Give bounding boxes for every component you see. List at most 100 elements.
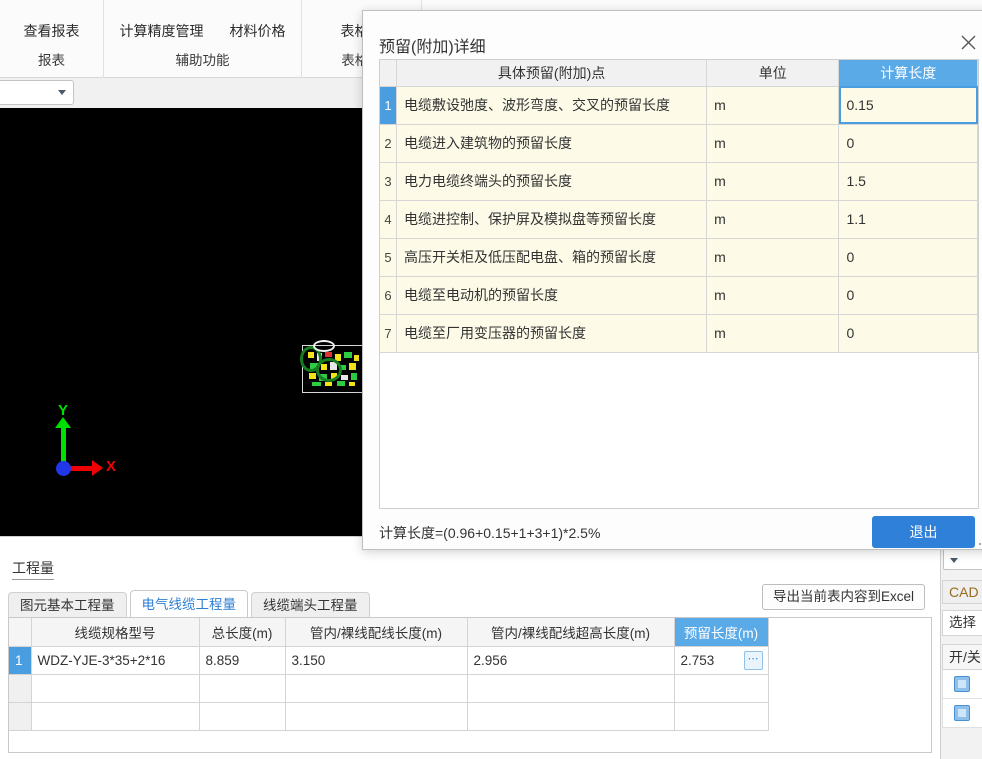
col-header-inpipe-length[interactable]: 管内/裸线配线长度(m)	[285, 618, 468, 647]
dialog-table-row[interactable]: 1 电缆敷设弛度、波形弯度、交叉的预留长度 m 0.15	[380, 86, 978, 125]
dlg-row-number[interactable]: 4	[380, 200, 398, 239]
cell-empty	[467, 702, 675, 731]
axis-origin-dot	[56, 461, 71, 476]
ribbon-group-reports-items: 查看报表	[2, 6, 102, 49]
layer-select-combobox[interactable]	[0, 80, 74, 105]
tab-cable-terminal-quantity[interactable]: 线缆端头工程量	[251, 592, 370, 619]
dlg-cell-point[interactable]: 电缆敷设弛度、波形弯度、交叉的预留长度	[396, 86, 708, 125]
checkbox-icon[interactable]	[954, 705, 970, 721]
side-panel-header: CAD	[942, 580, 982, 604]
chevron-down-icon	[58, 90, 66, 95]
dlg-cell-point[interactable]: 电缆进入建筑物的预留长度	[396, 124, 708, 163]
ribbon-group-reports-label: 报表	[38, 53, 65, 68]
cell-total-length[interactable]: 8.859	[199, 646, 286, 675]
reserved-points-table: 具体预留(附加)点 单位 计算长度 1 电缆敷设弛度、波形弯度、交叉的预留长度 …	[380, 60, 978, 353]
cell-inpipe-length[interactable]: 3.150	[285, 646, 468, 675]
dlg-cell-unit[interactable]: m	[706, 200, 840, 239]
cad-side-panel: CAD 选择 开/关	[940, 536, 982, 759]
close-icon[interactable]	[953, 29, 982, 57]
dlg-cell-calc-length[interactable]: 0	[838, 314, 978, 353]
col-header-inpipe-extra-height[interactable]: 管内/裸线配线超高长度(m)	[467, 618, 675, 647]
dlg-row-number[interactable]: 6	[380, 276, 398, 315]
view-report-button[interactable]: 查看报表	[20, 18, 84, 44]
dialog-table-row[interactable]: 7 电缆至厂用变压器的预留长度 m 0	[380, 314, 978, 353]
cell-inpipe-extra-height[interactable]: 2.956	[467, 646, 675, 675]
table-row[interactable]: 1 WDZ-YJE-3*35+2*16 8.859 3.150 2.956 2.…	[9, 645, 769, 675]
dlg-cell-unit[interactable]: m	[706, 86, 840, 125]
dlg-cell-point[interactable]: 电缆至厂用变压器的预留长度	[396, 314, 708, 353]
chevron-down-icon	[950, 558, 958, 563]
dlg-row-number[interactable]: 1	[380, 86, 398, 125]
ribbon-group-reports: 查看报表 报表	[0, 0, 104, 78]
side-panel-combobox[interactable]	[943, 548, 982, 570]
resize-grip[interactable]	[978, 534, 982, 546]
dlg-cell-unit[interactable]: m	[706, 314, 840, 353]
ellipsis-icon[interactable]: ⋯	[743, 650, 763, 670]
side-panel-section-label: 开/关	[942, 644, 982, 670]
side-panel-select-label[interactable]: 选择	[942, 610, 982, 636]
dialog-table-row[interactable]: 3 电力电缆终端头的预留长度 m 1.5	[380, 162, 978, 201]
dlg-row-number[interactable]: 3	[380, 162, 398, 201]
dlg-row-number[interactable]: 7	[380, 314, 398, 353]
calc-precision-manage-button[interactable]: 计算精度管理	[116, 18, 208, 44]
cell-empty	[674, 674, 769, 703]
tab-element-basic-quantity[interactable]: 图元基本工程量	[8, 592, 127, 619]
dlg-cell-unit[interactable]: m	[706, 124, 840, 163]
checkbox-icon[interactable]	[954, 676, 970, 692]
cell-cable-spec[interactable]: WDZ-YJE-3*35+2*16	[31, 646, 200, 675]
dlg-cell-point[interactable]: 高压开关柜及低压配电盘、箱的预留长度	[396, 238, 708, 277]
dlg-col-header-unit[interactable]: 单位	[706, 60, 840, 87]
cell-empty	[199, 674, 286, 703]
dlg-cell-unit[interactable]: m	[706, 276, 840, 315]
export-to-excel-button[interactable]: 导出当前表内容到Excel	[762, 584, 926, 610]
quantities-tabs: 图元基本工程量 电气线缆工程量 线缆端头工程量	[8, 590, 373, 619]
axis-x-arrow	[92, 460, 103, 476]
axis-y-label: Y	[58, 402, 69, 419]
dlg-col-header-calc-length[interactable]: 计算长度	[838, 60, 978, 87]
cell-reserved-length[interactable]: 2.753 ⋯	[673, 645, 769, 675]
dialog-table-row[interactable]: 6 电缆至电动机的预留长度 m 0	[380, 276, 978, 315]
col-header-cable-spec[interactable]: 线缆规格型号	[31, 618, 200, 647]
dlg-cell-unit[interactable]: m	[706, 162, 840, 201]
table-row-empty	[9, 674, 769, 703]
tab-electrical-cable-quantity[interactable]: 电气线缆工程量	[129, 590, 248, 619]
material-price-button[interactable]: 材料价格	[226, 18, 290, 44]
ribbon-group-aux: 计算精度管理 材料价格 辅助功能	[104, 0, 302, 78]
dlg-cell-calc-length[interactable]: 0.15	[838, 86, 978, 125]
dlg-col-header-point[interactable]: 具体预留(附加)点	[396, 60, 708, 87]
calculation-formula: 计算长度=(0.96+0.15+1+3+1)*2.5%	[379, 525, 601, 541]
dlg-cell-calc-length[interactable]: 0	[838, 124, 978, 163]
cad-drawing-object[interactable]	[298, 340, 368, 398]
side-panel-row-2[interactable]	[942, 699, 982, 728]
row-number[interactable]: 1	[9, 646, 32, 675]
dlg-cell-point[interactable]: 电缆至电动机的预留长度	[396, 276, 708, 315]
dlg-row-number[interactable]: 2	[380, 124, 398, 163]
table-header-row: 线缆规格型号 总长度(m) 管内/裸线配线长度(m) 管内/裸线配线超高长度(m…	[9, 618, 769, 647]
cell-reserved-length-value: 2.753	[680, 652, 715, 668]
dlg-col-header-rownum	[380, 60, 398, 87]
dialog-table-row[interactable]: 4 电缆进控制、保护屏及模拟盘等预留长度 m 1.1	[380, 200, 978, 239]
side-panel-row-1[interactable]	[942, 670, 982, 699]
dlg-cell-calc-length[interactable]: 1.1	[838, 200, 978, 239]
cad-axis-indicator: Y X	[48, 402, 128, 488]
dialog-table-row[interactable]: 5 高压开关柜及低压配电盘、箱的预留长度 m 0	[380, 238, 978, 277]
cell-empty	[31, 702, 200, 731]
table-row-empty	[9, 702, 769, 731]
dlg-cell-point[interactable]: 电缆进控制、保护屏及模拟盘等预留长度	[396, 200, 708, 239]
dlg-cell-calc-length[interactable]: 1.5	[838, 162, 978, 201]
exit-button[interactable]: 退出	[872, 516, 975, 548]
col-header-reserved-length[interactable]: 预留长度(m)	[674, 618, 769, 647]
dialog-table-row[interactable]: 2 电缆进入建筑物的预留长度 m 0	[380, 124, 978, 163]
quantities-grid[interactable]: 线缆规格型号 总长度(m) 管内/裸线配线长度(m) 管内/裸线配线超高长度(m…	[8, 617, 932, 753]
dlg-cell-point[interactable]: 电力电缆终端头的预留长度	[396, 162, 708, 201]
dlg-cell-calc-length[interactable]: 0	[838, 238, 978, 277]
panel-title: 工程量	[12, 558, 54, 580]
dialog-grid[interactable]: 具体预留(附加)点 单位 计算长度 1 电缆敷设弛度、波形弯度、交叉的预留长度 …	[379, 59, 979, 509]
dialog-header-row: 具体预留(附加)点 单位 计算长度	[380, 60, 978, 87]
col-header-total-length[interactable]: 总长度(m)	[199, 618, 286, 647]
dialog-title: 预留(附加)详细	[379, 39, 486, 56]
cell-empty	[199, 702, 286, 731]
dlg-cell-unit[interactable]: m	[706, 238, 840, 277]
dlg-cell-calc-length[interactable]: 0	[838, 276, 978, 315]
dlg-row-number[interactable]: 5	[380, 238, 398, 277]
